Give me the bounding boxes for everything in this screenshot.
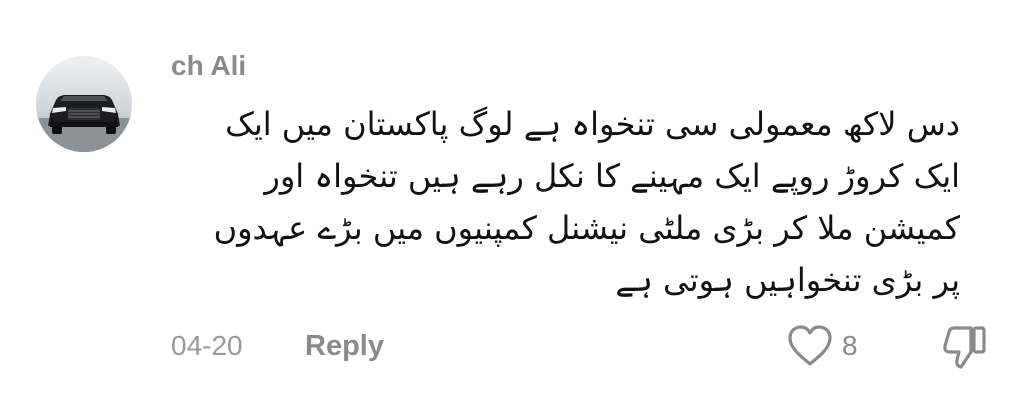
- avatar[interactable]: [36, 56, 132, 152]
- like-button[interactable]: 8: [786, 322, 858, 370]
- comment-text: دس لاکھ معمولی سی تنخواہ ہے لوگ پاکستان …: [168, 98, 960, 306]
- comment-item: ch Ali دس لاکھ معمولی سی تنخواہ ہے لوگ پ…: [0, 0, 1024, 408]
- comment-text-line: کمیشن ملا کر بڑی ملٹی نیشنل کمپنیوں میں …: [213, 209, 960, 247]
- car-icon: [36, 56, 132, 152]
- comment-text-line: ایک کروڑ روپے ایک مہینے کا نکل رہے ہیں ت…: [264, 157, 960, 195]
- dislike-button[interactable]: [940, 322, 990, 372]
- thumbs-down-icon: [943, 326, 986, 369]
- like-count: 8: [842, 330, 858, 361]
- reply-button[interactable]: Reply: [305, 326, 384, 366]
- username[interactable]: ch Ali: [171, 48, 246, 84]
- comment-text-line: پر بڑی تنخواہیں ہوتی ہے: [615, 261, 960, 299]
- heart-outline-icon: [788, 325, 832, 366]
- comment-date: 04-20: [171, 330, 243, 361]
- comment-text-line: دس لاکھ معمولی سی تنخواہ ہے لوگ پاکستان …: [225, 105, 960, 143]
